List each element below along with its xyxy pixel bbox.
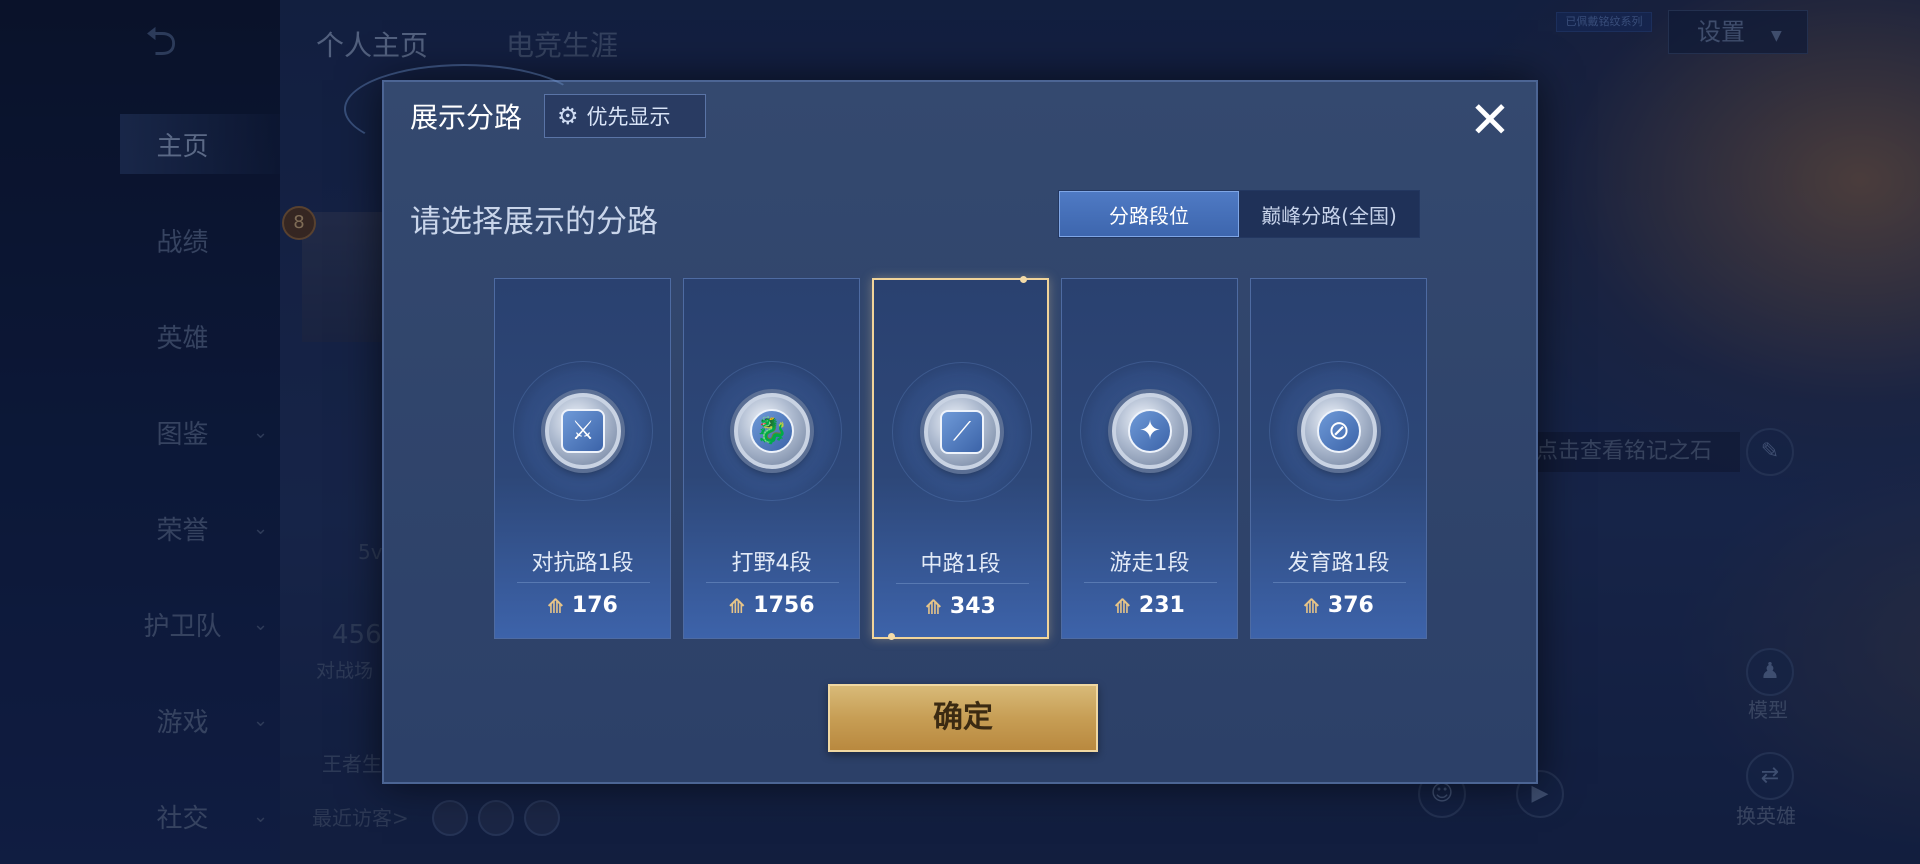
tab-lane-rank[interactable]: 分路段位 (1059, 191, 1239, 237)
jungle-dragon-icon: 🐉 (734, 393, 810, 469)
close-icon: ✕ (1469, 91, 1511, 149)
divider (896, 583, 1029, 584)
lane-rank-label: 发育路1段 (1287, 551, 1390, 576)
lane-points-value: 343 (949, 594, 996, 619)
lane-card-farm[interactable]: ⊘ 发育路1段 ⟰ 376 (1250, 278, 1427, 639)
rank-points-icon: ⟰ (728, 593, 746, 618)
lane-points-value: 231 (1138, 593, 1185, 618)
confirm-button[interactable]: 确定 (828, 684, 1098, 752)
divider (1273, 582, 1406, 583)
rank-points-icon: ⟰ (925, 594, 942, 619)
lane-points: ⟰ 1756 (684, 593, 859, 618)
lane-card-clash[interactable]: ⚔ 对抗路1段 ⟰ 176 (494, 278, 671, 639)
divider (1084, 582, 1217, 583)
mid-lane-icon: ⟋ (924, 394, 1000, 470)
lane-points: ⟰ 343 (874, 594, 1047, 619)
gear-icon: ⚙ (557, 102, 579, 130)
lane-points-value: 176 (571, 593, 618, 618)
lane-card-roam[interactable]: ✦ 游走1段 ⟰ 231 (1061, 278, 1238, 639)
lane-points-value: 1756 (753, 593, 815, 618)
farm-lane-icon: ⊘ (1301, 393, 1377, 469)
lane-rank-label: 游走1段 (1109, 551, 1190, 576)
jungle-dragon-glyph: 🐉 (750, 409, 794, 453)
tab-peak-lane-national[interactable]: 巅峰分路(全国) (1239, 191, 1419, 237)
priority-display-label: 优先显示 (586, 105, 671, 129)
selection-corner-dot (1020, 276, 1027, 283)
rank-points-icon: ⟰ (1114, 593, 1131, 618)
roam-wings-icon: ✦ (1112, 393, 1188, 469)
lane-rank-label: 打野4段 (731, 551, 812, 576)
lane-points: ⟰ 176 (495, 593, 670, 618)
lane-rank-label: 对抗路1段 (531, 551, 634, 576)
mid-lane-glyph: ⟋ (940, 410, 984, 454)
rank-points-icon: ⟰ (1303, 593, 1320, 618)
clash-lane-glyph: ⚔ (561, 409, 605, 453)
priority-display-button[interactable]: ⚙ 优先显示 (544, 94, 706, 138)
lane-points: ⟰ 376 (1251, 593, 1426, 618)
lane-points: ⟰ 231 (1062, 593, 1237, 618)
lane-card-mid[interactable]: ⟋ 中路1段 ⟰ 343 (872, 276, 1049, 640)
selection-corner-dot (888, 633, 895, 640)
farm-lane-glyph: ⊘ (1317, 409, 1361, 453)
divider (517, 582, 650, 583)
lane-display-dialog: 展示分路 ⚙ 优先显示 ✕ 请选择展示的分路 分路段位 巅峰分路(全国) ⚔ 对… (344, 64, 1538, 784)
rank-points-icon: ⟰ (547, 593, 564, 618)
roam-wings-glyph: ✦ (1128, 409, 1172, 453)
clash-lane-icon: ⚔ (545, 393, 621, 469)
select-lane-prompt: 请选择展示的分路 (410, 204, 658, 240)
lane-points-value: 376 (1327, 593, 1374, 618)
lane-card-jungle[interactable]: 🐉 打野4段 ⟰ 1756 (683, 278, 860, 639)
lane-rank-label: 中路1段 (920, 552, 1001, 577)
rank-type-toggle: 分路段位 巅峰分路(全国) (1058, 190, 1420, 238)
close-button[interactable]: ✕ (1462, 94, 1518, 150)
dialog-title: 展示分路 (410, 101, 523, 134)
divider (706, 582, 839, 583)
